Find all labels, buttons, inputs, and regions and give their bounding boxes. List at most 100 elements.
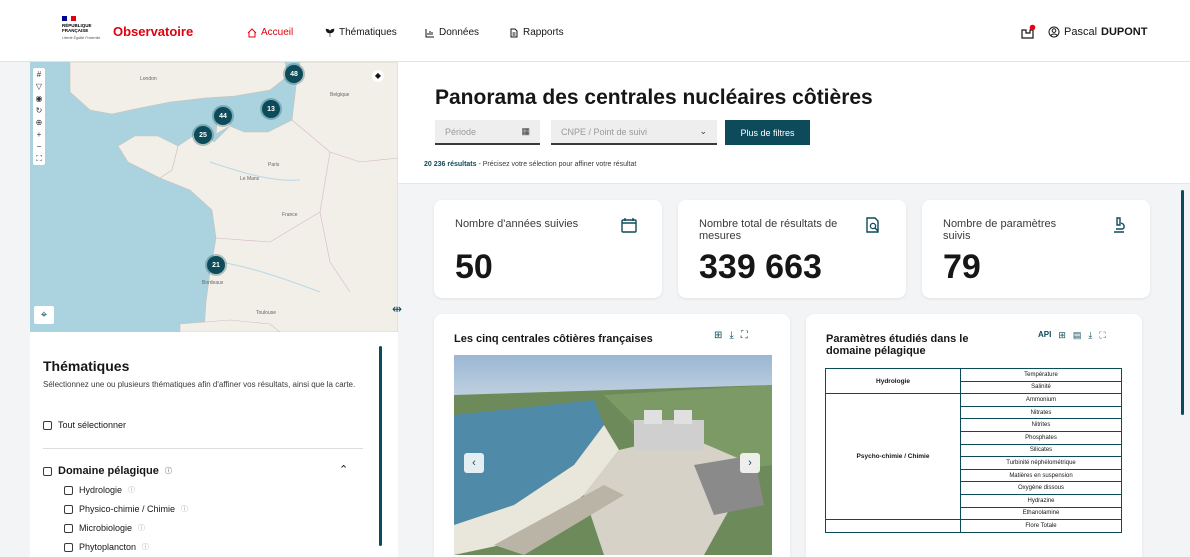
- user-account-button[interactable]: Pascal DUPONT: [1048, 26, 1147, 38]
- result-count: 20 236 résultats: [424, 161, 477, 168]
- table-row: Flore Totale: [825, 519, 1122, 533]
- checkbox-box[interactable]: [64, 504, 73, 514]
- map-cluster-marker[interactable]: 13: [262, 100, 280, 118]
- checkbox-box[interactable]: [43, 420, 52, 430]
- param-cell: Température: [960, 368, 1122, 382]
- page-title: Panorama des centrales nucléaires côtièr…: [435, 86, 873, 109]
- kpi-value: 339 663: [699, 248, 822, 286]
- map-place-label: France: [282, 212, 298, 218]
- carousel-next-button[interactable]: ›: [740, 453, 760, 473]
- home-icon: [247, 27, 257, 37]
- refresh-icon[interactable]: ↻: [34, 106, 44, 115]
- period-placeholder: Période: [445, 126, 477, 137]
- kpi-label: Nombre total de résultats de mesures: [699, 218, 838, 242]
- checkbox-box[interactable]: [64, 523, 73, 533]
- inbox-notification-icon[interactable]: [1020, 24, 1036, 40]
- theme-checkbox-physico-chimie[interactable]: Physico-chimie / Chimie ⓘ: [64, 504, 188, 514]
- info-icon[interactable]: ⓘ: [142, 542, 149, 552]
- theme-label: Microbiologie: [79, 523, 133, 533]
- kpi-value: 50: [455, 248, 493, 286]
- param-cell: Matières en suspension: [960, 468, 1122, 483]
- card-tools: ⊞ ⤓ ⛶: [714, 330, 748, 341]
- nav-donnees[interactable]: Données: [425, 27, 479, 38]
- zoom-out-icon[interactable]: −: [34, 142, 44, 151]
- add-to-report-icon[interactable]: ⊞: [1058, 330, 1066, 341]
- cnpe-select[interactable]: CNPE / Point de suivi ⌄: [551, 120, 717, 145]
- zoom-in-icon[interactable]: +: [34, 130, 44, 139]
- map-view[interactable]: London Belgique Paris France Bordeaux To…: [30, 62, 398, 332]
- map-cluster-marker[interactable]: 48: [285, 65, 303, 83]
- map-toolbar: # ▽ ◉ ↻ ⊕ + − ⛶: [33, 68, 45, 165]
- chevron-up-icon[interactable]: ⌃: [339, 463, 348, 476]
- filter-icon[interactable]: ▽: [34, 82, 44, 91]
- layers-icon[interactable]: ◆: [372, 70, 384, 82]
- param-group-cell: Psycho-chimie / Chimie: [825, 393, 961, 521]
- group-checkbox-domaine-pelagique[interactable]: Domaine pélagique ⓘ: [43, 465, 172, 477]
- add-to-report-icon[interactable]: ⊞: [714, 330, 722, 341]
- theme-checkbox-phytoplancton[interactable]: Phytoplancton ⓘ: [64, 542, 149, 552]
- logo-motto: Liberté Égalité Fraternité: [62, 36, 101, 40]
- theme-checkbox-microbiologie[interactable]: Microbiologie ⓘ: [64, 523, 145, 533]
- pdf-icon[interactable]: ▤: [1073, 330, 1082, 341]
- kpi-card-results: Nombre total de résultats de mesures 339…: [678, 200, 906, 298]
- info-icon[interactable]: ⓘ: [181, 504, 188, 514]
- download-icon[interactable]: ⤓: [729, 330, 733, 341]
- republique-francaise-logo[interactable]: RÉPUBLIQUE FRANÇAISE Liberté Égalité Fra…: [62, 16, 102, 50]
- map-cluster-marker[interactable]: 44: [214, 107, 232, 125]
- fullscreen-icon[interactable]: ⛶: [34, 154, 44, 163]
- french-flag-icon: [62, 16, 77, 21]
- fullscreen-icon[interactable]: ⛶: [741, 330, 748, 341]
- checkbox-box[interactable]: [64, 485, 73, 495]
- document-icon: [510, 28, 518, 37]
- header: RÉPUBLIQUE FRANÇAISE Liberté Égalité Fra…: [0, 0, 1190, 62]
- user-last-name: DUPONT: [1101, 26, 1148, 38]
- theme-label: Physico-chimie / Chimie: [79, 504, 176, 514]
- map-cluster-marker[interactable]: 25: [194, 126, 212, 144]
- kpi-value: 79: [943, 248, 981, 286]
- nav-rapports[interactable]: Rapports: [509, 27, 564, 38]
- grid-icon[interactable]: #: [34, 70, 44, 79]
- target-icon[interactable]: ⊕: [34, 118, 44, 127]
- info-icon[interactable]: ⓘ: [165, 466, 172, 476]
- carousel-prev-button[interactable]: ‹: [464, 453, 484, 473]
- locate-icon[interactable]: ⌖: [34, 306, 54, 324]
- power-plant-photo: ‹ ›: [454, 355, 772, 555]
- param-cell: Nitrites: [960, 418, 1122, 432]
- nav-rapports-label: Rapports: [523, 27, 564, 38]
- fullscreen-icon[interactable]: ⛶: [1099, 330, 1105, 341]
- param-group-cell: Hydrologie: [825, 367, 961, 395]
- checkbox-box[interactable]: [64, 542, 73, 552]
- more-filters-button[interactable]: Plus de filtres: [725, 120, 810, 145]
- checkbox-box[interactable]: [43, 466, 52, 476]
- card-title: Paramètres étudiés dans le domaine pélag…: [826, 333, 968, 357]
- brand-name[interactable]: Observatoire: [113, 24, 193, 39]
- download-icon[interactable]: ⤓: [1088, 330, 1092, 341]
- theme-checkbox-hydrologie[interactable]: Hydrologie ⓘ: [64, 485, 135, 495]
- map-land-shapes: [69, 62, 398, 332]
- card-title-line2: domaine pélagique: [826, 345, 926, 357]
- params-table: Hydrologie Température Salinité Psycho-chim…: [825, 367, 1122, 533]
- main-scrollbar[interactable]: [1181, 190, 1184, 415]
- card-title: Les cinq centrales côtières françaises: [454, 333, 653, 345]
- chevron-down-icon: ⌄: [699, 126, 707, 136]
- power-plant-image: [454, 355, 772, 555]
- api-button[interactable]: API: [1038, 330, 1051, 341]
- select-all-checkbox[interactable]: Tout sélectionner: [43, 420, 126, 430]
- param-cell: Flore Totale: [960, 519, 1122, 533]
- info-icon[interactable]: ⓘ: [128, 485, 135, 495]
- period-filter[interactable]: Période ▦: [435, 120, 540, 145]
- page-header: Panorama des centrales nucléaires côtièr…: [398, 62, 1190, 184]
- calendar-icon: [621, 218, 637, 233]
- map-cluster-marker[interactable]: 21: [207, 256, 225, 274]
- map-place-label: Toulouse: [256, 310, 277, 316]
- table-row: Hydrologie Température: [825, 367, 1122, 395]
- divider: [43, 448, 363, 449]
- eye-icon[interactable]: ◉: [34, 94, 44, 103]
- microscope-icon: [1114, 217, 1125, 233]
- nav-accueil[interactable]: Accueil: [247, 27, 293, 38]
- sidebar-scrollbar[interactable]: [379, 346, 382, 546]
- info-icon[interactable]: ⓘ: [138, 523, 145, 533]
- kpi-label: Nombre de paramètres suivis: [943, 218, 1057, 242]
- plant-icon: [325, 28, 335, 37]
- nav-thematiques[interactable]: Thématiques: [325, 27, 397, 38]
